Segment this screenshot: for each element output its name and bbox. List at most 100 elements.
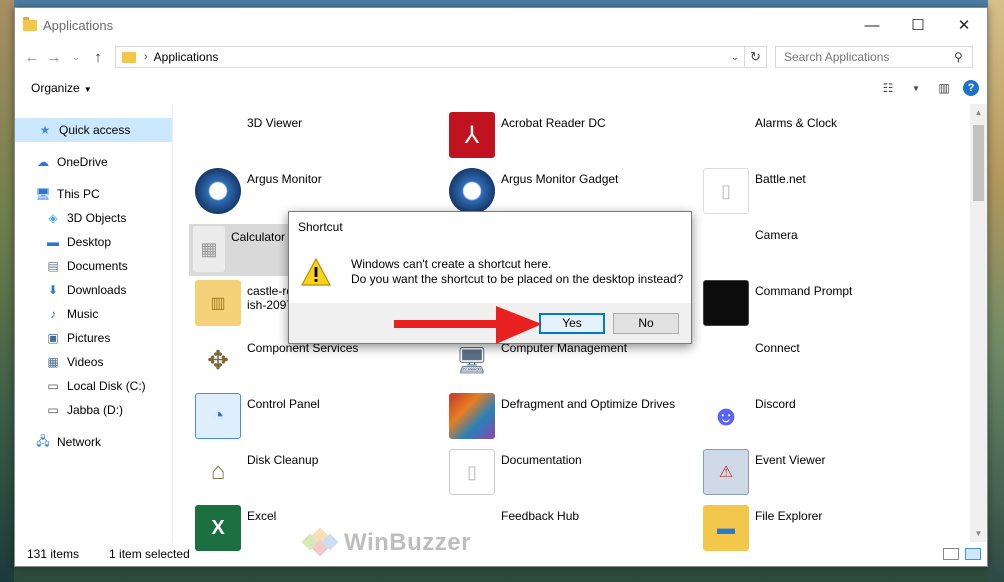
status-bar: 131 items 1 item selected [15, 542, 987, 566]
organize-menu-button[interactable]: Organize ▼ [31, 81, 92, 95]
calculator-icon: ▦ [193, 226, 225, 272]
scroll-down-icon[interactable]: ▼ [970, 525, 987, 542]
item-label: Battle.net [755, 172, 806, 186]
address-dropdown-icon[interactable]: ⌄ [726, 52, 744, 63]
yes-button[interactable]: Yes [539, 312, 605, 334]
list-item[interactable]: ▯ Battle.net [703, 168, 806, 214]
help-icon[interactable]: ? [963, 80, 979, 96]
network-icon: 🖧 [36, 433, 50, 448]
list-item[interactable]: Connect [703, 337, 800, 383]
dialog-message-line2: Do you want the shortcut to be placed on… [351, 272, 684, 286]
preview-pane-icon[interactable]: ▥ [935, 80, 953, 96]
list-item[interactable]: Defragment and Optimize Drives [449, 393, 675, 439]
cube-icon: ◈ [48, 211, 58, 225]
nav-item-jabba[interactable]: ▭ Jabba (D:) [15, 398, 172, 422]
nav-item-documents[interactable]: ▤ Documents [15, 254, 172, 278]
list-item[interactable]: Argus Monitor Gadget [449, 168, 618, 214]
nav-label: Network [57, 435, 102, 449]
item-label: Excel [247, 509, 277, 523]
discord-icon: ☻ [711, 400, 741, 431]
warning-icon [300, 257, 332, 286]
search-icon[interactable]: ⚲ [954, 50, 970, 64]
scroll-thumb[interactable] [973, 125, 984, 201]
title-bar: Applications — ☐ ✕ [15, 8, 987, 42]
item-label: Command Prompt [755, 284, 853, 298]
nav-item-music[interactable]: ♪ Music [15, 302, 172, 326]
nav-item-quick-access[interactable]: ★ Quick access [15, 118, 172, 142]
change-view-icon[interactable]: ☷ [879, 80, 897, 96]
nav-item-local-disk[interactable]: ▭ Local Disk (C:) [15, 374, 172, 398]
nav-item-network[interactable]: 🖧 Network [15, 430, 172, 454]
close-button[interactable]: ✕ [941, 8, 987, 42]
desktop-background-right [988, 0, 1004, 582]
item-label: Documentation [501, 453, 582, 467]
minimize-button[interactable]: — [849, 8, 895, 42]
recent-locations-chevron-icon[interactable]: ⌄ [65, 46, 87, 68]
nav-item-this-pc[interactable]: 🖥 This PC [15, 182, 172, 206]
large-icons-view-icon[interactable] [965, 548, 981, 560]
list-item[interactable]: Argus Monitor [195, 168, 322, 214]
list-item[interactable]: Alarms & Clock [703, 112, 837, 158]
view-dropdown-icon[interactable]: ▼ [907, 80, 925, 96]
nav-label: Documents [67, 259, 128, 273]
forward-arrow-icon[interactable]: → [43, 46, 65, 68]
list-item[interactable]: ▦ Calculator [189, 224, 289, 276]
nav-item-3d-objects[interactable]: ◈ 3D Objects [15, 206, 172, 230]
list-item[interactable]: ▥ castle-ro ish-2097 [195, 280, 293, 326]
list-item[interactable]: ◔ Control Panel [195, 393, 320, 439]
nav-item-downloads[interactable]: ⬇ Downloads [15, 278, 172, 302]
list-item[interactable]: Command Prompt [703, 280, 852, 326]
scroll-up-icon[interactable]: ▲ [970, 104, 987, 121]
search-input[interactable] [784, 50, 954, 64]
list-item[interactable]: 3D Viewer [195, 112, 302, 158]
pictures-icon: ▣ [47, 331, 59, 345]
maximize-button[interactable]: ☐ [895, 8, 941, 42]
nav-label: Music [67, 307, 99, 321]
selection-count: 1 item selected [109, 547, 190, 561]
list-item[interactable]: Camera [703, 224, 798, 270]
argus-gadget-icon [449, 168, 495, 214]
item-label: Feedback Hub [501, 509, 580, 523]
details-view-icon[interactable] [943, 548, 959, 560]
list-item[interactable]: ⌂ Disk Cleanup [195, 449, 319, 495]
back-arrow-icon[interactable]: ← [21, 46, 43, 68]
list-item[interactable]: ⚠ Event Viewer [703, 449, 825, 495]
list-item[interactable]: ☻ Discord [703, 393, 795, 439]
command-prompt-icon [703, 280, 749, 326]
event-viewer-icon: ⚠ [703, 449, 749, 495]
nav-item-onedrive[interactable]: ☁ OneDrive [15, 150, 172, 174]
refresh-icon[interactable]: ↻ [744, 47, 766, 67]
item-label: Connect [755, 341, 800, 355]
nav-item-pictures[interactable]: ▣ Pictures [15, 326, 172, 350]
camera-icon [703, 224, 749, 270]
list-item[interactable]: ▯ Documentation [449, 449, 582, 495]
watermark-text: WinBuzzer [344, 529, 471, 556]
nav-item-desktop[interactable]: ▬ Desktop [15, 230, 172, 254]
nav-item-videos[interactable]: ▦ Videos [15, 350, 172, 374]
breadcrumb-chevron-icon[interactable]: › [144, 51, 148, 63]
breadcrumb-applications[interactable]: Applications [154, 50, 219, 64]
item-label: Control Panel [247, 397, 320, 411]
list-item[interactable]: ⅄ Acrobat Reader DC [449, 112, 606, 158]
item-label: Argus Monitor [247, 172, 322, 186]
window-title: Applications [43, 17, 114, 33]
watermark: WinBuzzer [300, 527, 471, 558]
caret-down-icon: ▼ [83, 85, 92, 94]
nav-label: Pictures [67, 331, 111, 345]
windows-drive-icon: ▭ [47, 379, 59, 393]
item-count: 131 items [27, 547, 80, 561]
nav-label: Quick access [59, 123, 131, 137]
item-label-line2: ish-2097 [247, 298, 294, 312]
defragment-icon [449, 393, 495, 439]
search-box[interactable]: ⚲ [775, 46, 973, 68]
up-arrow-icon[interactable]: ↑ [87, 46, 109, 68]
desktop-background-left [0, 0, 14, 582]
vertical-scrollbar[interactable]: ▲ ▼ [970, 104, 987, 542]
red-arrow-annotation [394, 306, 542, 344]
star-icon: ★ [39, 123, 51, 137]
item-label: 3D Viewer [247, 116, 303, 130]
cloud-icon: ☁ [37, 155, 49, 169]
alarm-clock-icon [703, 112, 749, 158]
no-button[interactable]: No [613, 312, 679, 334]
address-bar[interactable]: › Applications ⌄ ↻ [115, 46, 767, 68]
